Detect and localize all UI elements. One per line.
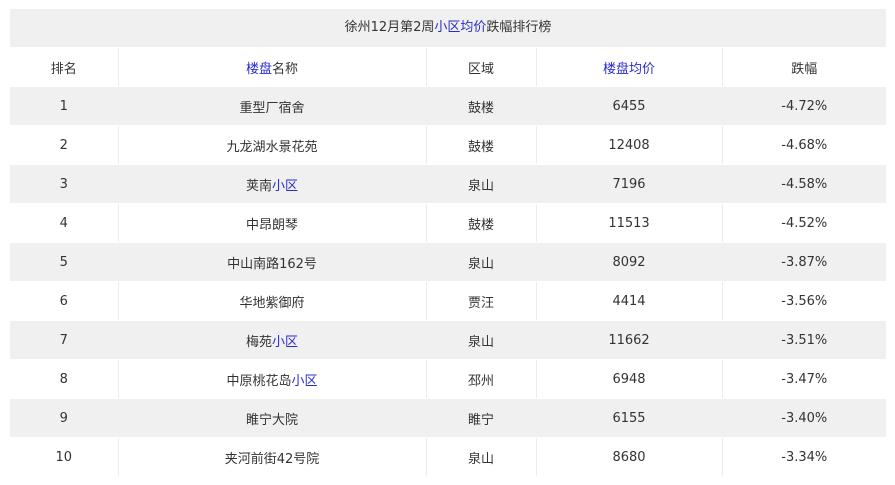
property-name-link[interactable]: 小区 (292, 374, 318, 389)
header-change: 跌幅 (722, 48, 886, 87)
cell-name: 九龙湖水景花苑 (118, 125, 427, 165)
cell-name: 华地紫御府 (118, 281, 427, 321)
cell-rank: 2 (10, 125, 119, 165)
table-row: 7 梅苑小区 泉山 11662 -3.51% (10, 320, 886, 360)
cell-district: 鼓楼 (426, 125, 537, 165)
property-name: 九龙湖水景花苑 (226, 139, 318, 155)
cell-price: 6155 (536, 398, 723, 438)
cell-name: 中昂朗琴 (118, 203, 427, 243)
cell-district: 鼓楼 (426, 203, 537, 243)
table-row: 5 中山南路162号 泉山 8092 -3.87% (10, 242, 886, 282)
table-row: 9 睢宁大院 睢宁 6155 -3.40% (10, 398, 886, 438)
cell-name: 睢宁大院 (118, 398, 427, 438)
ranking-table-container: 徐州12月第2周小区均价跌幅排行榜 排名 楼盘名称 区域 楼盘均价 跌幅 1 重型… (10, 9, 886, 477)
header-price: 楼盘均价 (536, 48, 723, 87)
cell-rank: 7 (10, 320, 119, 360)
cell-price: 11662 (536, 320, 723, 360)
cell-name: 夹河前街42号院 (118, 437, 427, 477)
table-row: 6 华地紫御府 贾汪 4414 -3.56% (10, 281, 886, 321)
table-title: 徐州12月第2周小区均价跌幅排行榜 (10, 9, 886, 48)
cell-change: -4.68% (722, 125, 886, 165)
cell-change: -3.47% (722, 359, 886, 399)
cell-rank: 3 (10, 164, 119, 204)
cell-district: 贾汪 (426, 281, 537, 321)
property-name: 梅苑 (245, 334, 272, 350)
title-link-community-avg-price[interactable]: 小区均价 (434, 20, 486, 35)
header-name-link[interactable]: 楼盘 (246, 62, 272, 77)
cell-rank: 4 (10, 203, 119, 243)
cell-price: 7196 (536, 164, 723, 204)
header-name-rest: 名称 (272, 61, 299, 77)
cell-district: 邳州 (426, 359, 537, 399)
cell-district: 泉山 (426, 164, 537, 204)
title-suffix: 跌幅排行榜 (486, 20, 552, 35)
cell-change: -3.34% (722, 437, 886, 477)
cell-district: 泉山 (426, 242, 537, 282)
cell-name: 中原桃花岛小区 (118, 359, 427, 399)
cell-rank: 1 (10, 86, 119, 126)
table-row: 2 九龙湖水景花苑 鼓楼 12408 -4.68% (10, 125, 886, 165)
cell-price: 8092 (536, 242, 723, 282)
title-prefix: 徐州12月第2周 (344, 20, 435, 35)
cell-district: 泉山 (426, 437, 537, 477)
cell-price: 11513 (536, 203, 723, 243)
cell-name: 荚南小区 (118, 164, 427, 204)
property-name-link[interactable]: 小区 (272, 179, 298, 194)
property-name: 中昂朗琴 (245, 217, 298, 233)
table-row: 10 夹河前街42号院 泉山 8680 -3.34% (10, 437, 886, 477)
cell-change: -4.52% (722, 203, 886, 243)
table-row: 4 中昂朗琴 鼓楼 11513 -4.52% (10, 203, 886, 243)
cell-change: -3.87% (722, 242, 886, 282)
header-district: 区域 (426, 48, 537, 87)
property-name: 荚南 (245, 178, 272, 194)
property-name: 华地紫御府 (239, 295, 305, 311)
cell-rank: 5 (10, 242, 119, 282)
table-row: 1 重型厂宿舍 鼓楼 6455 -4.72% (10, 86, 886, 126)
cell-price: 6455 (536, 86, 723, 126)
cell-name: 中山南路162号 (118, 242, 427, 282)
property-name: 重型厂宿舍 (239, 100, 305, 116)
cell-price: 8680 (536, 437, 723, 477)
cell-change: -4.72% (722, 86, 886, 126)
cell-rank: 6 (10, 281, 119, 321)
cell-change: -3.40% (722, 398, 886, 438)
property-name-link[interactable]: 小区 (272, 335, 298, 350)
cell-price: 6948 (536, 359, 723, 399)
property-name: 中原桃花岛 (226, 373, 292, 389)
header-row: 排名 楼盘名称 区域 楼盘均价 跌幅 (10, 48, 886, 87)
header-rank: 排名 (10, 48, 119, 87)
cell-rank: 8 (10, 359, 119, 399)
table-row: 3 荚南小区 泉山 7196 -4.58% (10, 164, 886, 204)
property-name: 夹河前街42号院 (224, 451, 320, 467)
header-price-link[interactable]: 楼盘均价 (603, 62, 655, 77)
cell-change: -3.51% (722, 320, 886, 360)
cell-rank: 10 (10, 437, 119, 477)
cell-district: 泉山 (426, 320, 537, 360)
property-name: 中山南路162号 (227, 256, 317, 272)
cell-price: 4414 (536, 281, 723, 321)
cell-change: -3.56% (722, 281, 886, 321)
price-drop-ranking-table: 徐州12月第2周小区均价跌幅排行榜 排名 楼盘名称 区域 楼盘均价 跌幅 1 重型… (10, 9, 886, 477)
cell-rank: 9 (10, 398, 119, 438)
cell-district: 鼓楼 (426, 86, 537, 126)
table-row: 8 中原桃花岛小区 邳州 6948 -3.47% (10, 359, 886, 399)
cell-name: 梅苑小区 (118, 320, 427, 360)
cell-price: 12408 (536, 125, 723, 165)
property-name: 睢宁大院 (245, 412, 298, 428)
header-name: 楼盘名称 (118, 48, 427, 87)
cell-name: 重型厂宿舍 (118, 86, 427, 126)
cell-change: -4.58% (722, 164, 886, 204)
cell-district: 睢宁 (426, 398, 537, 438)
